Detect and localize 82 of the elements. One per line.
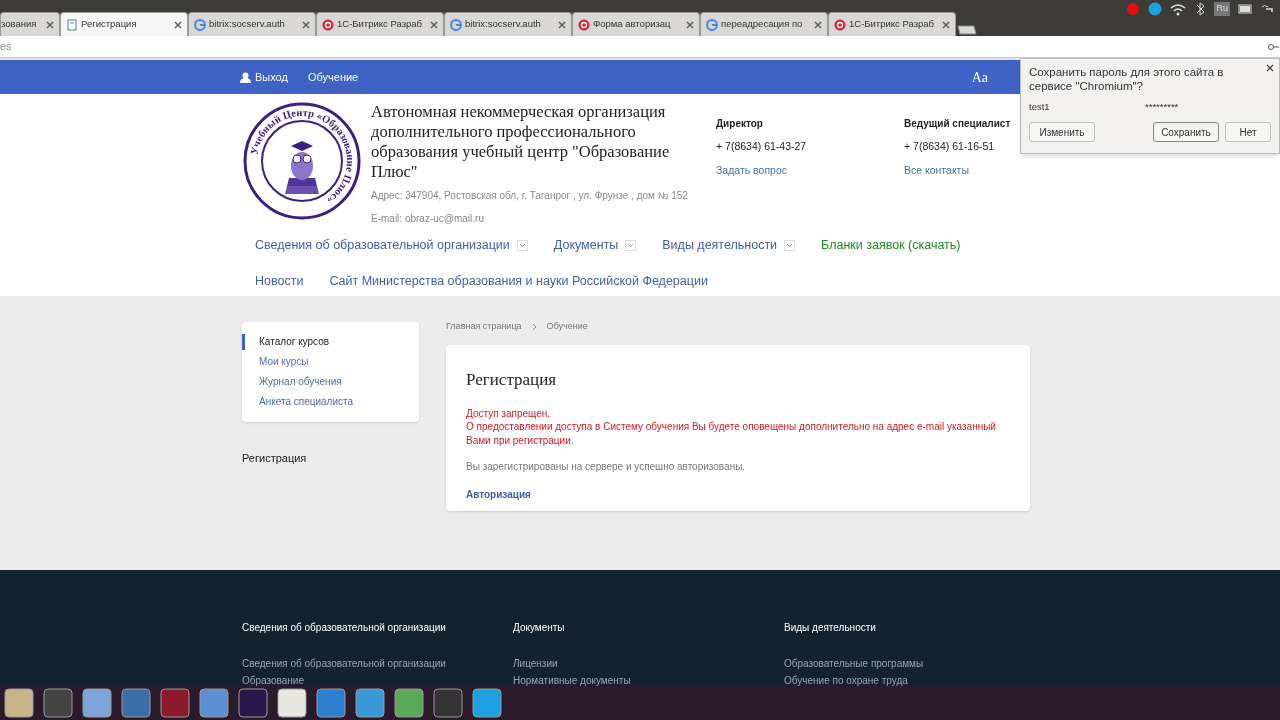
browser-tab[interactable]: Регистрация <box>60 12 188 36</box>
browser-tab[interactable]: 1С-Битрикс Разраб <box>316 12 444 36</box>
close-icon[interactable] <box>686 20 694 29</box>
browser-tab[interactable]: bitrix:socserv.auth <box>188 12 316 36</box>
nav-link[interactable]: Сведения об образовательной организации <box>255 236 528 255</box>
address-text: Адрес: 347904, Ростовская обл, г. Таганрог , ул. Фрунзе , дом № 152 <box>371 189 689 203</box>
keyboard-indicator[interactable]: Ru <box>1214 2 1230 16</box>
footer-link[interactable]: Лицензии <box>513 657 784 670</box>
close-icon[interactable] <box>814 20 822 29</box>
browser-tab[interactable]: 1С-Битрикс Разраб <box>828 12 956 36</box>
sidebar-link[interactable]: Каталог курсов <box>242 334 419 350</box>
dropdown-icon <box>625 239 637 251</box>
page-title: Регистрация <box>466 369 558 391</box>
breadcrumb-link[interactable]: Главная страница <box>446 320 522 334</box>
browser-tab[interactable]: переадресация по <box>700 12 828 36</box>
browser-tab[interactable]: Форма авторизац <box>572 12 700 36</box>
contact-title: Ведущий специалист <box>904 117 1012 131</box>
nav-link[interactable]: Новости <box>255 271 304 291</box>
popup-question: Сохранить пароль для этого сайта в сервисе "Chromium"? <box>1028 65 1225 93</box>
chevron-icon <box>531 323 537 331</box>
organization-name: Автономная некоммерческая организация дополнительного профессионального образования учебный центр "Образование Плюс" <box>371 102 671 182</box>
nav-link[interactable]: Документы <box>553 236 637 255</box>
topbar-link[interactable]: Выход <box>240 68 288 86</box>
ring-logo-icon <box>578 18 590 31</box>
email-text: E-mail: obraz-uc@mail.ru <box>371 212 485 226</box>
topbar-link[interactable]: Обучение <box>307 68 359 86</box>
wifi-icon <box>1170 2 1187 16</box>
footer-link[interactable]: Образовательные программы <box>784 657 1055 670</box>
ring-logo-icon <box>322 18 334 31</box>
close-icon[interactable] <box>46 20 54 29</box>
google-icon <box>450 18 462 31</box>
battery-icon <box>1238 2 1252 16</box>
error-message: Доступ запрещен. <box>466 406 551 420</box>
sidebar-link[interactable]: Мои курсы <box>242 354 419 370</box>
contact-title: Директор <box>716 117 764 131</box>
nav-link[interactable]: Сайт Министерства образования и науки Российской Федерации <box>329 271 708 291</box>
nav-link[interactable]: Бланки заявок (скачать) <box>821 236 961 255</box>
footer-link[interactable]: Обучение по охране труда <box>784 674 1055 687</box>
dropdown-icon <box>516 239 528 251</box>
sidebar-link[interactable]: Анкета специалиста <box>242 394 419 410</box>
footer-heading: Документы <box>513 621 566 635</box>
breadcrumb-link[interactable]: Обучение <box>546 320 588 334</box>
sidebar-text: Регистрация <box>242 451 308 466</box>
sidebar-link[interactable]: Журнал обучения <box>242 374 419 390</box>
phone-number: + 7(8634) 61-16-51 <box>904 139 996 154</box>
close-icon[interactable] <box>1266 64 1274 72</box>
ring-logo-icon <box>834 18 846 31</box>
footer-link[interactable]: Сведения об образовательной организации <box>242 657 513 670</box>
bluetooth-icon <box>1194 2 1207 16</box>
address-text: es <box>0 39 12 55</box>
error-message: О предоставлении доступа в Систему обучения Вы будете оповещены дополнительно на адрес e-mail указанный Вами при регистрации. <box>466 420 997 447</box>
popup-button[interactable]: Нет <box>1225 122 1271 143</box>
login-link[interactable]: Авторизация <box>466 487 1010 502</box>
close-icon[interactable] <box>558 20 566 29</box>
footer-link[interactable]: Нормативные документы <box>513 674 784 687</box>
record-icon <box>1126 2 1141 16</box>
user-icon <box>240 71 251 83</box>
page-icon <box>66 18 78 31</box>
key-icon <box>1268 41 1280 52</box>
phone-number: + 7(8634) 61-43-27 <box>716 139 808 154</box>
username-text: test1 <box>1029 100 1051 114</box>
close-icon[interactable] <box>174 20 182 29</box>
browser-tab[interactable]: bitrix:socserv.auth <box>444 12 572 36</box>
status-message: Вы зарегистрированы на сервере и успешно авторизованы. <box>466 460 747 474</box>
popup-button[interactable]: Изменить <box>1029 122 1095 143</box>
nav-link[interactable]: Виды деятельности <box>662 236 796 255</box>
font-size-toggle[interactable]: Aa <box>971 66 988 88</box>
popup-button[interactable]: Сохранить <box>1153 122 1219 143</box>
google-icon <box>706 18 718 31</box>
footer-heading: Сведения об образовательной организации <box>242 621 447 635</box>
footer-heading: Виды деятельности <box>784 621 877 635</box>
dropdown-icon <box>784 239 796 251</box>
contact-link[interactable]: Все контакты <box>904 162 1092 179</box>
password-text: ********* <box>1145 100 1179 114</box>
google-icon <box>194 18 206 31</box>
footer-link[interactable]: Образование <box>242 674 513 687</box>
contact-link[interactable]: Задать вопрос <box>716 162 904 179</box>
new-tab-icon <box>956 24 978 36</box>
close-icon[interactable] <box>430 20 438 29</box>
close-icon[interactable] <box>302 20 310 29</box>
close-icon[interactable] <box>942 20 950 29</box>
browser-tab[interactable]: зования <box>0 12 60 36</box>
